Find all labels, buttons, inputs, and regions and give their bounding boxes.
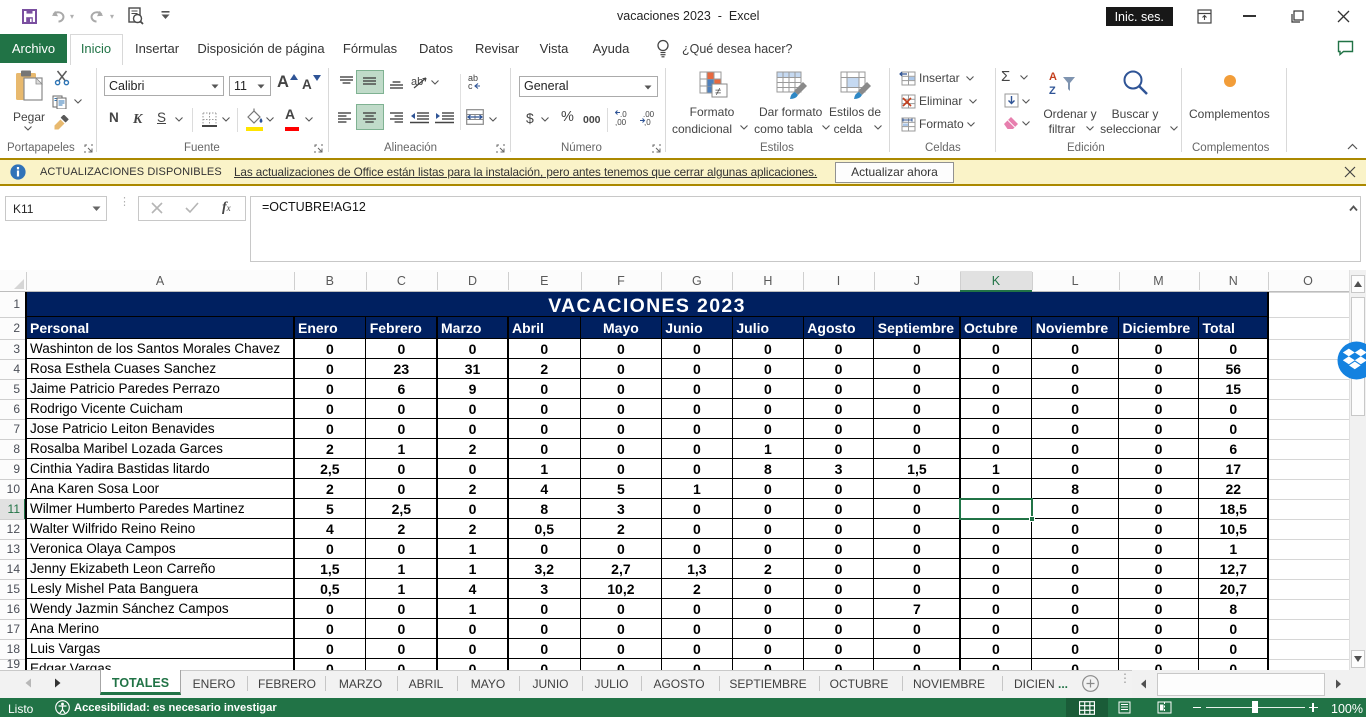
svg-text:,0: ,0: [644, 118, 651, 126]
svg-text:c: c: [468, 81, 473, 90]
svg-text:≠: ≠: [715, 86, 721, 98]
svg-text:,00: ,00: [615, 118, 627, 126]
svg-text:A: A: [1049, 71, 1057, 83]
svg-text:Z: Z: [1049, 85, 1056, 97]
